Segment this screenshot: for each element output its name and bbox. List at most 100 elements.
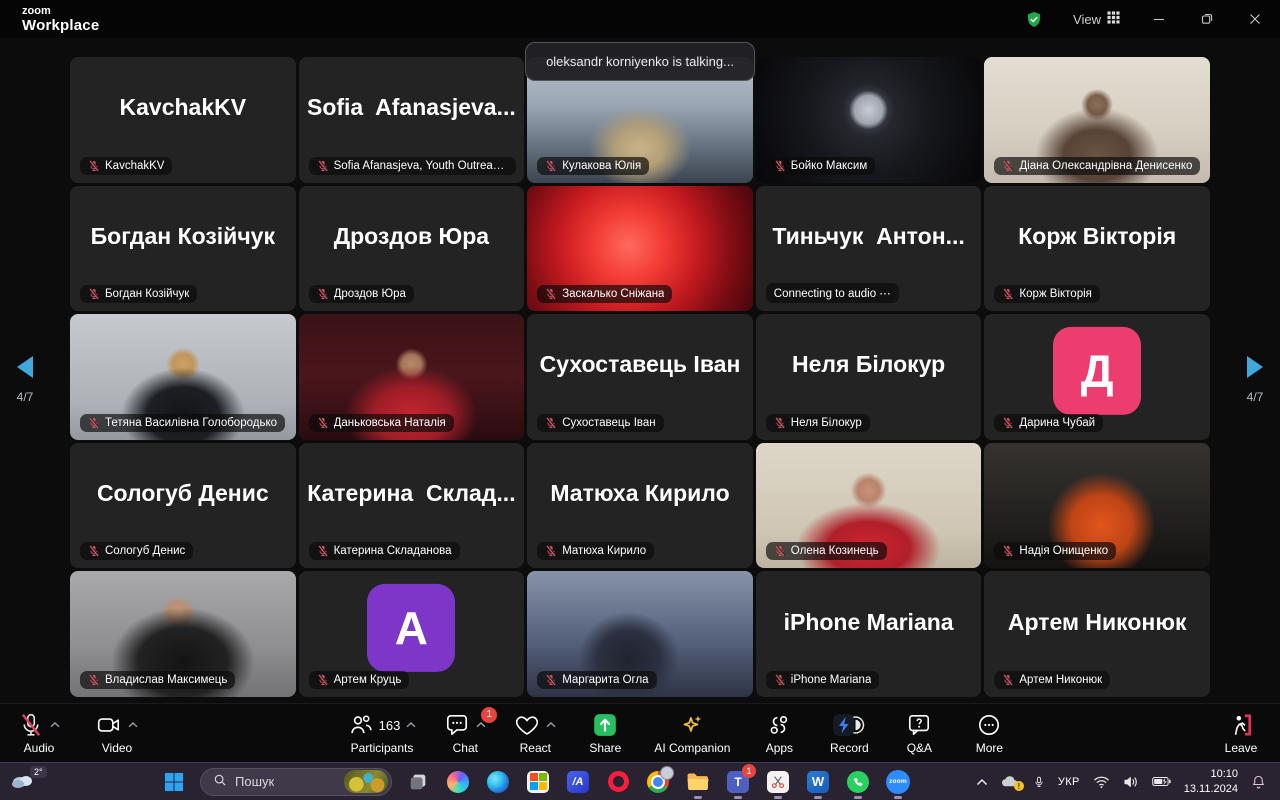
participant-tile[interactable]: Sofia Afanasjeva...Sofia Afanasjeva, You…	[299, 57, 525, 183]
participant-tile[interactable]: Тиньчук Антон...Connecting to audio ⋯	[756, 186, 982, 312]
participants-label: Participants	[351, 741, 414, 755]
close-button[interactable]	[1246, 10, 1264, 28]
next-page-arrow-icon	[1243, 354, 1267, 383]
taskbar-start-icon[interactable]	[160, 767, 188, 797]
weather-widget[interactable]: 2°	[10, 769, 160, 794]
participant-label-text: Дроздов Юра	[334, 288, 406, 300]
maximize-button[interactable]	[1198, 10, 1216, 28]
security-shield-icon[interactable]	[1025, 10, 1043, 28]
participant-label-text: Даньковська Наталія	[334, 417, 446, 429]
participant-tile[interactable]: Сологуб ДенисСологуб Денис	[70, 443, 296, 569]
participant-tile[interactable]: Бойко Максим	[756, 57, 982, 183]
language-indicator[interactable]: УКР	[1058, 776, 1080, 788]
tray-tray-expand-icon[interactable]	[976, 778, 988, 786]
ai-companion-label: AI Companion	[654, 741, 730, 755]
zoom-workplace-logo: zoom Workplace	[16, 6, 99, 33]
participant-tile[interactable]: Корж ВікторіяКорж Вікторія	[984, 186, 1210, 312]
participant-tile[interactable]: Богдан КозійчукБогдан Козійчук	[70, 186, 296, 312]
taskbar-chrome-icon[interactable]	[644, 767, 672, 797]
muted-mic-icon	[317, 674, 329, 686]
video-chevron-icon[interactable]	[128, 722, 138, 728]
participant-label: Надія Онищенко	[994, 542, 1116, 560]
participant-name: Артем Никонюк	[984, 571, 1210, 673]
taskbar-whatsapp-icon[interactable]	[844, 767, 872, 797]
participant-tile[interactable]: Владислав Максимець	[70, 571, 296, 697]
tray-notification-bell-icon[interactable]	[1251, 774, 1266, 790]
taskbar-zoom-app-icon[interactable]: zoom	[884, 767, 912, 797]
qa-button[interactable]: Q&A	[898, 712, 940, 755]
question-bubble-icon	[906, 712, 932, 738]
taskbar-clock[interactable]: 10:1013.11.2024	[1184, 767, 1238, 796]
tray-battery-status-icon[interactable]	[1152, 775, 1171, 788]
view-label: View	[1073, 12, 1101, 27]
audio-button[interactable]: Audio	[18, 712, 60, 755]
react-chevron-icon[interactable]	[546, 722, 556, 728]
participant-tile[interactable]: iPhone MarianaiPhone Mariana	[756, 571, 982, 697]
taskbar-snipping-tool-icon[interactable]	[764, 767, 792, 797]
taskbar-search-box[interactable]: Пошук	[200, 768, 392, 796]
participant-tile[interactable]: Неля БілокурНеля Білокур	[756, 314, 982, 440]
participant-tile[interactable]: ААртем Круць	[299, 571, 525, 697]
taskbar-word-icon[interactable]: W	[804, 767, 832, 797]
participant-avatar: Д	[1053, 327, 1141, 415]
video-button[interactable]: Video	[96, 712, 138, 755]
tray-volume-status-icon[interactable]	[1123, 775, 1139, 789]
participant-tile[interactable]: Сухоставець ІванСухоставець Іван	[527, 314, 753, 440]
taskbar-teams-icon[interactable]: T1	[724, 767, 752, 797]
participant-label: Корж Вікторія	[994, 285, 1099, 303]
react-button[interactable]: React	[514, 712, 556, 755]
participant-tile[interactable]: Артем НиконюкАртем Никонюк	[984, 571, 1210, 697]
view-button[interactable]: View	[1073, 11, 1120, 27]
participant-tile[interactable]: Катерина Склад...Катерина Складанова	[299, 443, 525, 569]
participant-tile[interactable]: Діана Олександрівна Денисенко	[984, 57, 1210, 183]
participant-label-text: iPhone Mariana	[791, 674, 872, 686]
participant-label-text: Діана Олександрівна Денисенко	[1019, 160, 1192, 172]
participant-tile[interactable]: Заскалько Сніжана	[527, 186, 753, 312]
participant-tile[interactable]: Олена Козинець	[756, 443, 982, 569]
ai-companion-button[interactable]: AI Companion	[654, 712, 730, 755]
ai-companion-icon-row	[679, 712, 705, 739]
taskbar-microsoft-store-icon[interactable]	[524, 767, 552, 797]
tray-microphone-status-icon[interactable]	[1033, 774, 1045, 790]
tray-date: 13.11.2024	[1184, 782, 1238, 796]
taskbar-file-explorer-icon[interactable]	[684, 767, 712, 797]
ai-sparkle-icon	[679, 712, 705, 738]
muted-mic-icon	[1002, 288, 1014, 300]
participant-tile[interactable]: Матюха КирилоМатюха Кирило	[527, 443, 753, 569]
taskbar-task-view-icon[interactable]	[404, 767, 432, 797]
taskbar-ia-app-icon[interactable]: /A	[564, 767, 592, 797]
taskbar-edge-icon[interactable]	[484, 767, 512, 797]
apps-button[interactable]: Apps	[758, 712, 800, 755]
minimize-button[interactable]	[1150, 10, 1168, 28]
chat-button[interactable]: 1Chat	[444, 712, 486, 755]
participant-tile[interactable]: Дроздов ЮраДроздов Юра	[299, 186, 525, 312]
chat-chevron-icon[interactable]	[476, 722, 486, 728]
participant-tile[interactable]: ДДарина Чубай	[984, 314, 1210, 440]
participant-label: KavchakKV	[80, 157, 172, 175]
share-button[interactable]: Share	[584, 712, 626, 755]
taskbar-copilot-icon[interactable]	[444, 767, 472, 797]
participant-label-text: Тетяна Василівна Голобородько	[105, 417, 277, 429]
participant-name: Корж Вікторія	[984, 186, 1210, 288]
tray-onedrive-status-icon[interactable]: !	[1001, 775, 1020, 788]
participant-tile[interactable]: Надія Онищенко	[984, 443, 1210, 569]
participant-tile[interactable]: KavchakKVKavchakKV	[70, 57, 296, 183]
muted-mic-icon	[774, 160, 786, 172]
participant-tile[interactable]: Маргарита Огла	[527, 571, 753, 697]
participants-chevron-icon[interactable]	[406, 722, 416, 728]
search-highlight-image[interactable]	[344, 770, 388, 793]
audio-chevron-icon[interactable]	[50, 722, 60, 728]
participants-button[interactable]: 163Participants	[348, 712, 417, 755]
taskbar-opera-icon[interactable]	[604, 767, 632, 797]
prev-page-button[interactable]: 4/7	[13, 354, 37, 404]
participant-tile[interactable]: Даньковська Наталія	[299, 314, 525, 440]
gallery-grid-icon	[1107, 11, 1120, 27]
next-page-button[interactable]: 4/7	[1243, 354, 1267, 404]
participant-tile[interactable]: Тетяна Василівна Голобородько	[70, 314, 296, 440]
more-button[interactable]: More	[968, 712, 1010, 755]
weather-temperature: 2°	[30, 766, 47, 778]
system-tray: ! УКР 10:1013.11.2024	[976, 767, 1270, 796]
leave-button[interactable]: Leave	[1220, 712, 1262, 755]
tray-wifi-status-icon[interactable]	[1093, 775, 1110, 789]
record-button[interactable]: Record	[828, 712, 870, 755]
